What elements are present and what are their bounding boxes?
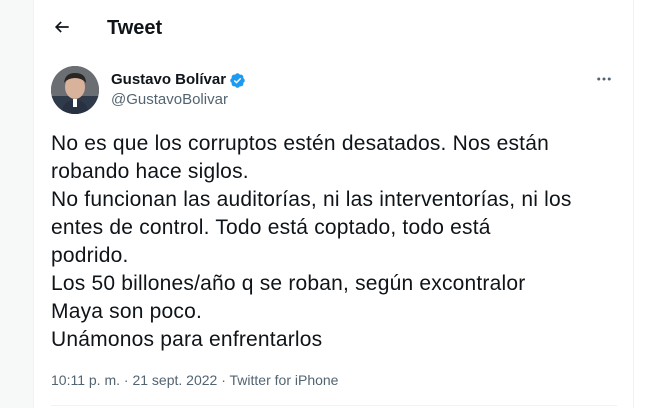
back-button[interactable] — [45, 10, 79, 44]
user-handle[interactable]: @GustavoBolivar — [111, 90, 228, 110]
tweet-text-line: robando hace siglos. — [51, 160, 249, 183]
tweet-text: No es que los corruptos estén desatados.… — [51, 130, 621, 354]
display-name[interactable]: Gustavo Bolívar — [111, 70, 226, 90]
meta-separator: · — [221, 372, 226, 388]
tweet-text-line: No funcionan las auditorías, ni las inte… — [51, 188, 572, 211]
verified-badge-icon — [229, 72, 246, 89]
page-header: Tweet — [35, 0, 633, 56]
avatar-image — [51, 66, 99, 114]
tweet-text-line: Unámonos para enfrentarlos — [51, 328, 323, 351]
name-row: Gustavo Bolívar — [111, 70, 246, 90]
left-sidebar-edge — [0, 0, 34, 408]
divider — [51, 405, 617, 406]
page-title: Tweet — [107, 17, 163, 39]
tweet-source-link[interactable]: Twitter for iPhone — [230, 372, 339, 388]
more-horizontal-icon — [597, 77, 611, 81]
more-options-button[interactable] — [591, 66, 617, 92]
tweet-text-line: podrido. — [51, 244, 129, 267]
tweet-author: Gustavo Bolívar @GustavoBolivar — [51, 66, 617, 116]
tweet-text-line: Los 50 billones/año q se roban, según ex… — [51, 272, 526, 295]
right-sidebar-edge — [633, 0, 665, 408]
tweet-text-line: entes de control. Todo está coptado, tod… — [51, 216, 491, 239]
meta-separator: · — [123, 372, 129, 388]
tweet-time: 10:11 p. m. — [51, 372, 121, 388]
tweet-timestamp[interactable]: 10:11 p. m. · 21 sept. 2022 — [51, 372, 217, 388]
tweet-text-line: Maya son poco. — [51, 300, 203, 323]
tweet-column: Tweet Gustavo Bolívar @GustavoBolivar No… — [35, 0, 633, 408]
arrow-left-icon — [54, 21, 69, 33]
avatar[interactable] — [51, 66, 99, 114]
tweet-date: 21 sept. 2022 — [132, 372, 218, 388]
tweet-text-line: No es que los corruptos estén desatados.… — [51, 132, 549, 155]
tweet-metadata: 10:11 p. m. · 21 sept. 2022 · Twitter fo… — [51, 371, 338, 389]
page: Tweet Gustavo Bolívar @GustavoBolivar No… — [0, 0, 665, 408]
